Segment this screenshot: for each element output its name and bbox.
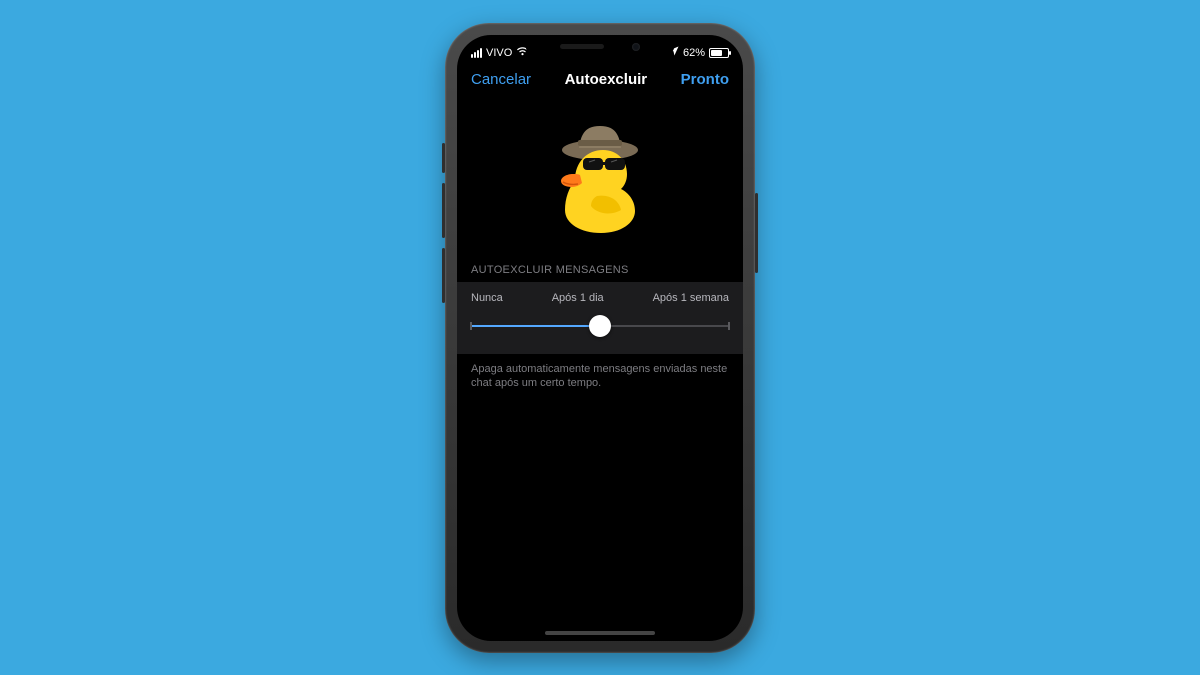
nav-bar: Cancelar Autoexcluir Pronto — [457, 65, 743, 98]
slider-option-1day[interactable]: Após 1 dia — [552, 292, 604, 304]
volume-down-button[interactable] — [442, 248, 445, 303]
carrier-label: VIVO — [486, 47, 512, 59]
autodelete-slider[interactable] — [471, 316, 729, 336]
phone-frame: VIVO 02:00 62% Cancelar Autoexcluir Pron… — [445, 23, 755, 653]
power-button[interactable] — [755, 193, 758, 273]
duck-spy-icon — [545, 118, 655, 238]
hint-text: Apaga automaticamente mensagens enviadas… — [457, 354, 743, 392]
cancel-button[interactable]: Cancelar — [471, 71, 531, 88]
section-label: AUTOEXCLUIR MENSAGENS — [457, 264, 743, 282]
slider-thumb[interactable] — [589, 315, 611, 337]
battery-label: 62% — [683, 47, 705, 59]
home-indicator[interactable] — [545, 631, 655, 635]
signal-icon — [471, 48, 482, 58]
page-title: Autoexcluir — [565, 71, 648, 88]
done-button[interactable]: Pronto — [681, 71, 729, 88]
volume-up-button[interactable] — [442, 183, 445, 238]
mute-switch[interactable] — [442, 143, 445, 173]
notch — [525, 35, 675, 59]
battery-icon — [709, 48, 729, 58]
illustration — [457, 98, 743, 264]
slider-option-1week[interactable]: Após 1 semana — [653, 292, 729, 304]
speaker-grill — [560, 44, 604, 49]
front-camera — [632, 43, 640, 51]
slider-option-never[interactable]: Nunca — [471, 292, 503, 304]
screen: VIVO 02:00 62% Cancelar Autoexcluir Pron… — [457, 35, 743, 641]
autodelete-slider-panel: Nunca Após 1 dia Após 1 semana — [457, 282, 743, 354]
